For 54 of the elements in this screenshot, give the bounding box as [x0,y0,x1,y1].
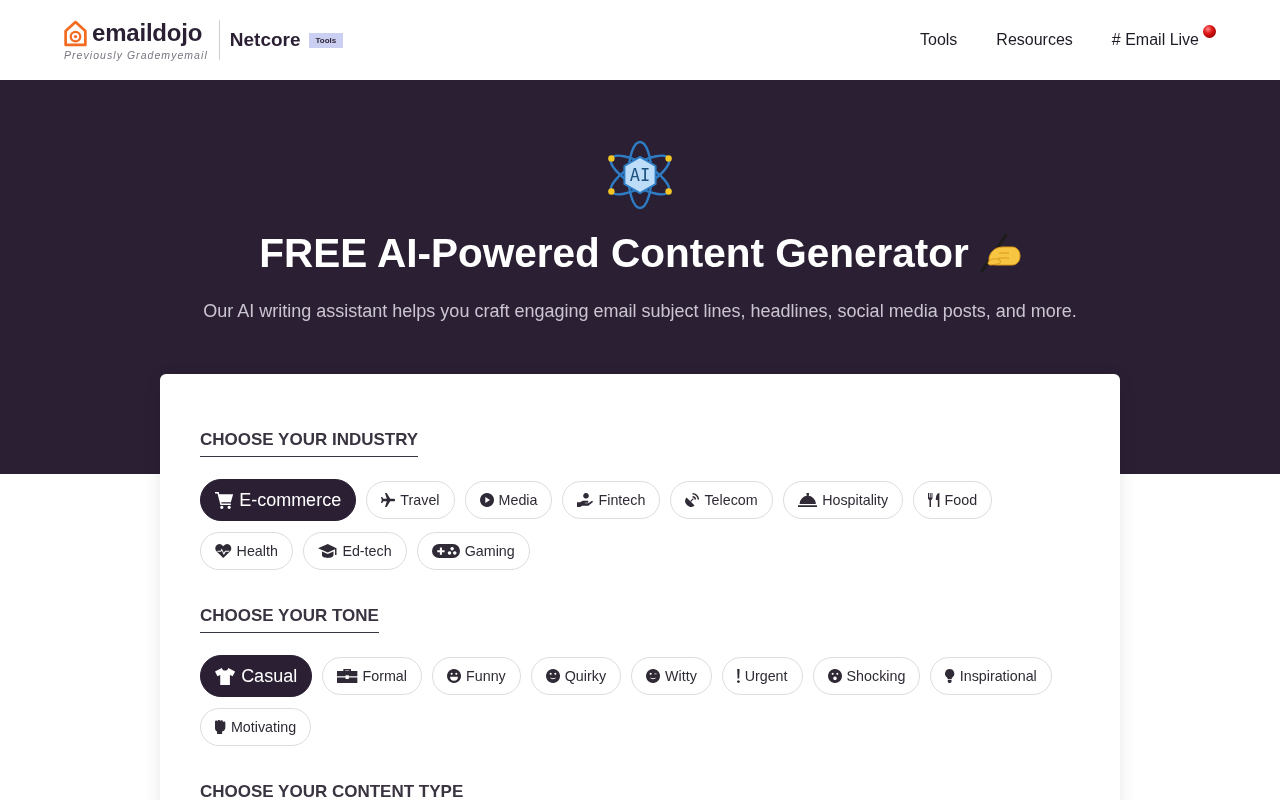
option-chip[interactable]: Witty [631,657,712,695]
option-chip[interactable]: Funny [432,657,521,695]
satellite-dish-icon [685,493,700,507]
cloche-icon [797,493,818,507]
winking-face-icon [646,669,661,683]
nav-link[interactable]: Tools [920,30,958,50]
brand-tagline: Previously Grademyemail [64,49,208,61]
heart-pulse-icon [215,544,232,558]
option-chip[interactable]: Fintech [562,481,661,519]
option-chip[interactable]: Quirky [530,657,622,695]
gamepad-icon [431,544,460,558]
laughing-face-icon [447,669,461,683]
fork-knife-icon [928,493,940,507]
tshirt-icon [215,667,236,685]
product-tag: Tools [308,32,344,48]
writing-hand-icon [978,233,1021,273]
atom-icon [607,140,673,210]
option-chip[interactable]: E-commerce [200,479,357,521]
option-chip[interactable]: Formal [322,657,422,695]
cart-icon [215,491,234,509]
ai-label: AI [629,166,651,184]
nav-link[interactable]: Resources [996,30,1073,50]
option-chip[interactable]: Media [464,481,553,519]
exclamation-icon [736,669,740,683]
section-heading: CHOOSE YOUR CONTENT TYPE [200,782,464,800]
option-chip[interactable]: Gaming [416,532,530,570]
option-chip[interactable]: Inspirational [930,657,1052,695]
option-chip[interactable]: Ed-tech [302,532,407,570]
option-chip[interactable]: Travel [366,481,455,519]
briefcase-icon [337,669,358,683]
plane-icon [381,493,396,507]
section-heading: CHOOSE YOUR INDUSTRY [200,430,419,450]
option-chip[interactable]: Shocking [812,657,921,695]
option-chip[interactable]: Urgent [721,657,803,695]
partner-name: Netcore [229,28,301,52]
page-title: FREE AI-Powered Content Generator [259,230,969,276]
graduation-cap-icon [317,544,338,558]
nav-link[interactable]: # Email Live [1111,30,1216,50]
option-chip[interactable]: Health [200,532,293,570]
brand-name: emaildojo [92,19,203,47]
smiling-face-icon [545,669,560,683]
hand-coin-icon [577,493,594,507]
house-spiral-logo-icon [64,19,87,47]
option-chip[interactable]: Casual [200,655,313,697]
option-chip[interactable]: Motivating [200,708,312,746]
option-chip[interactable]: Food [913,481,993,519]
option-chip[interactable]: Telecom [670,481,773,519]
page-subtitle: Our AI writing assistant helps you craft engaging email subject lines, headlines, social media posts, and more. [203,300,1077,322]
lightbulb-icon [945,669,955,683]
play-icon [479,493,494,507]
surprised-face-icon [827,669,842,683]
section-heading: CHOOSE YOUR TONE [200,606,379,626]
raised-fist-icon [215,720,226,734]
option-chip[interactable]: Hospitality [782,481,904,519]
